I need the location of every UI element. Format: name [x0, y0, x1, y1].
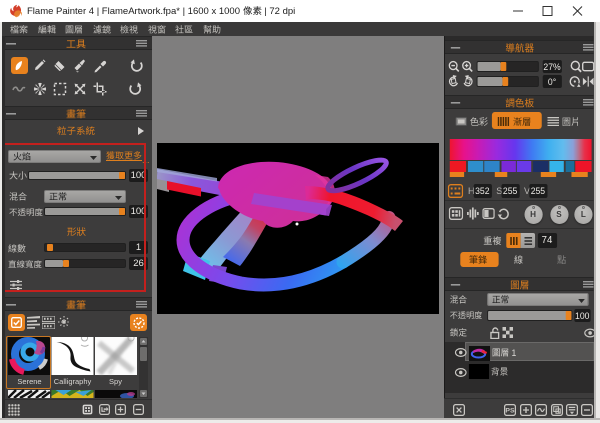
svg-text:PS: PS: [505, 408, 515, 415]
